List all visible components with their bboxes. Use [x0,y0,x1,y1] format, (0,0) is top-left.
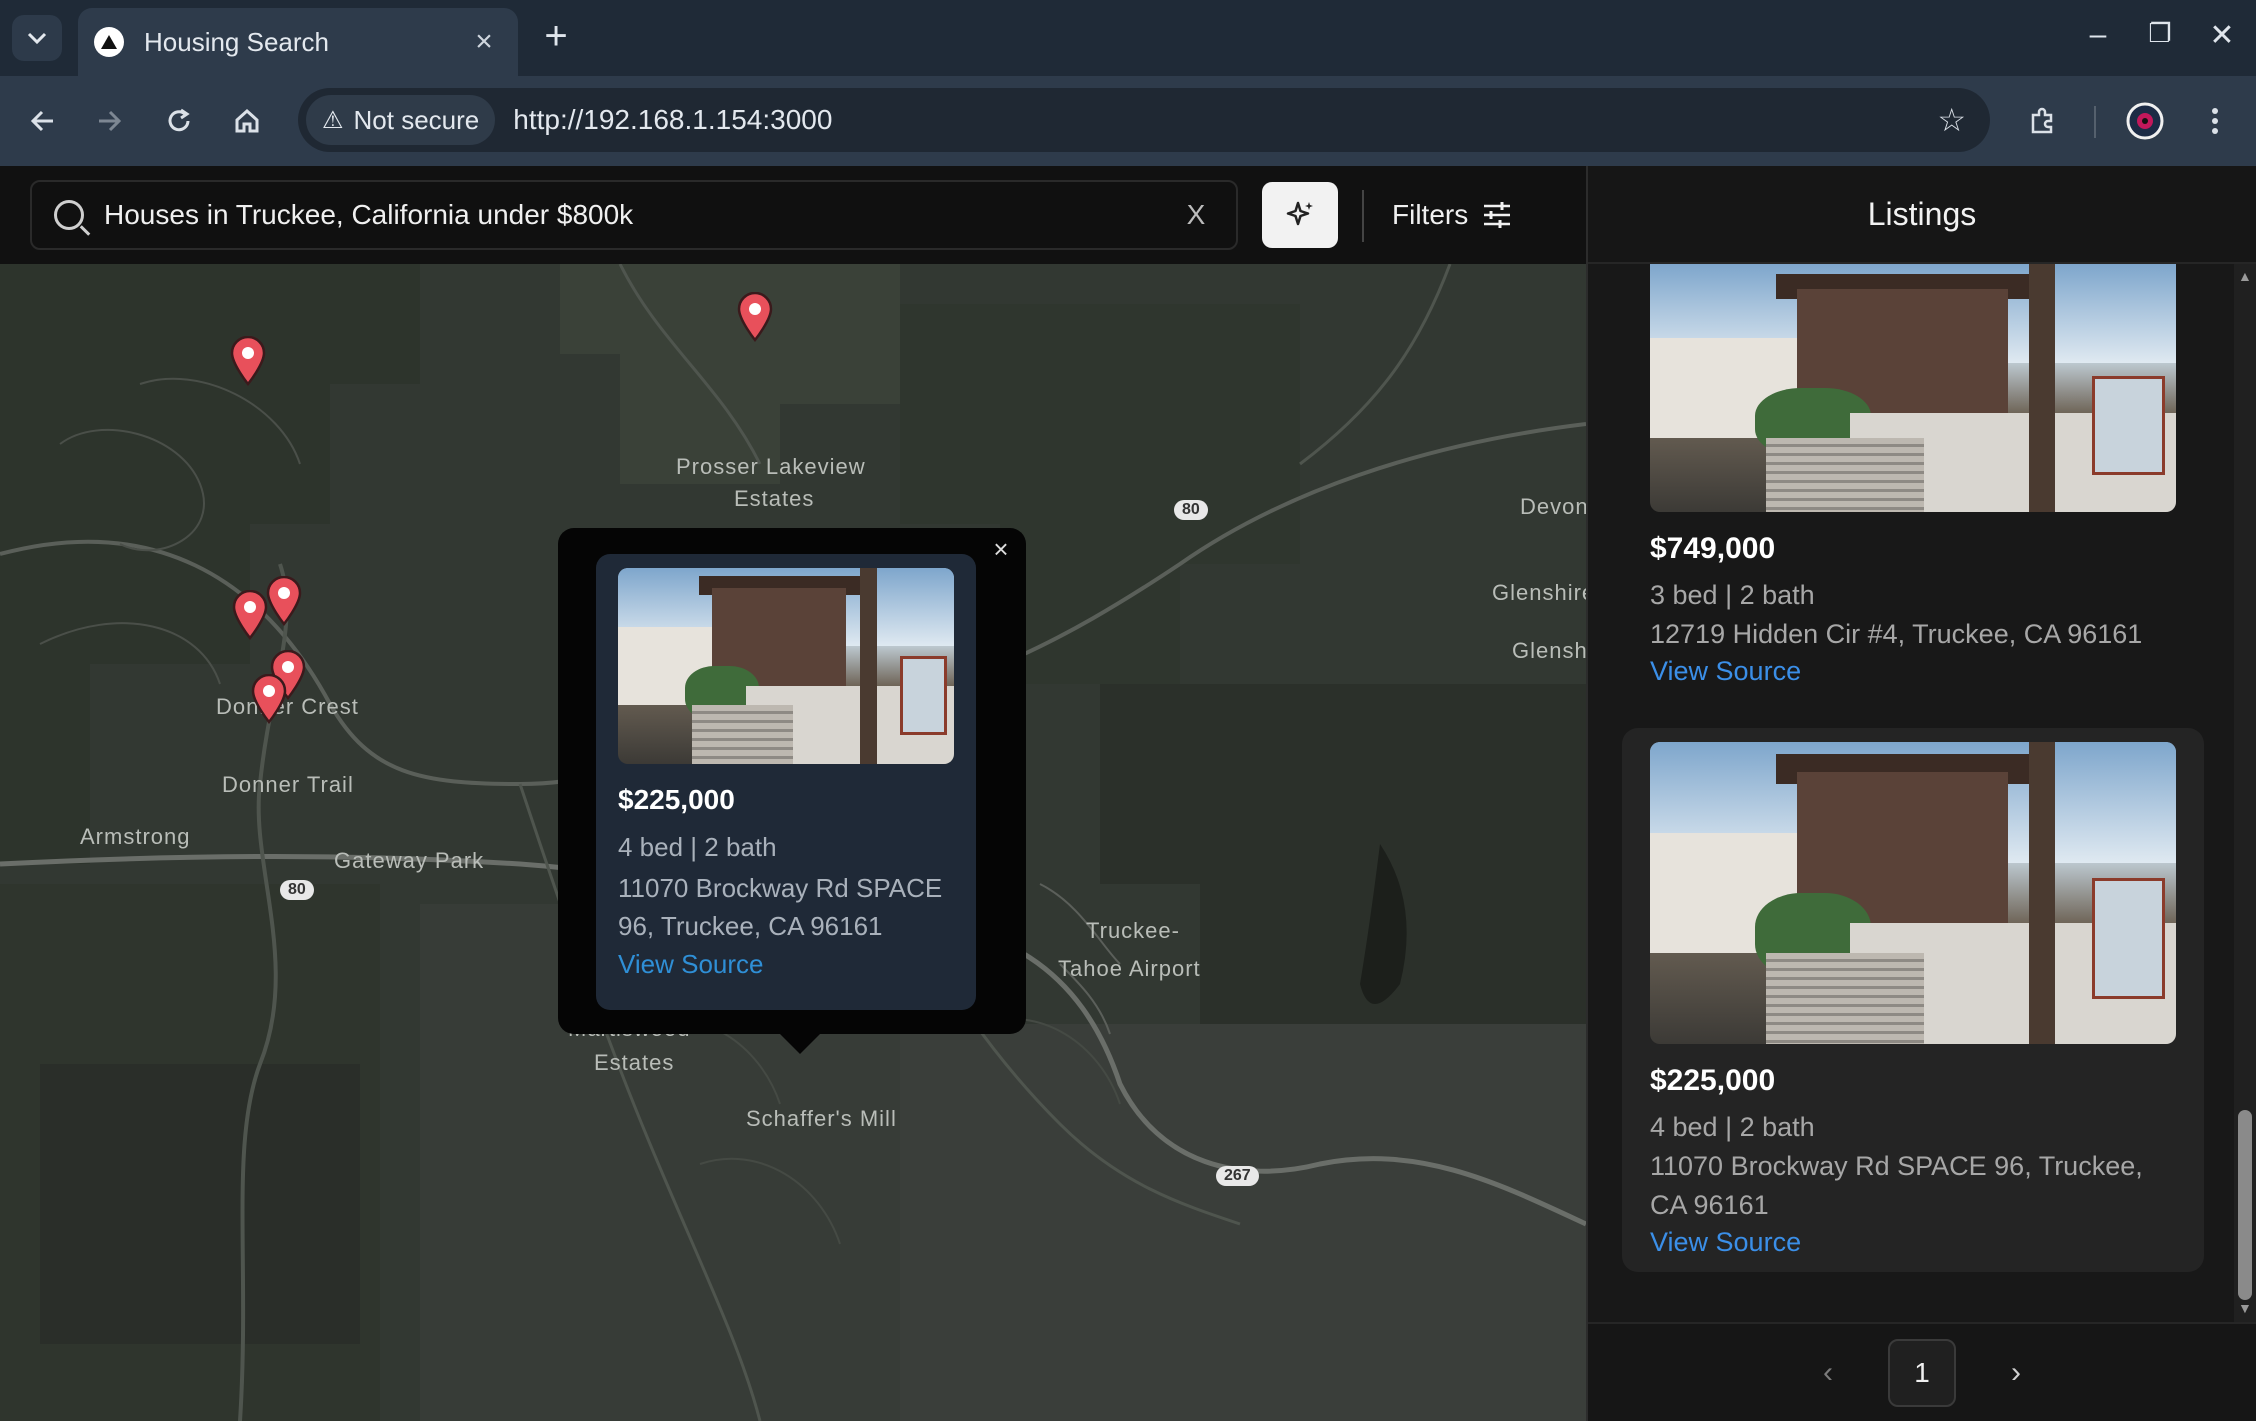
listing-card[interactable]: $225,000 4 bed | 2 bath 11070 Brockway R… [1622,728,2204,1272]
prev-page-button[interactable]: ‹ [1808,1356,1848,1390]
listings-scroll-area[interactable]: $749,000 3 bed | 2 bath 12719 Hidden Cir… [1588,264,2256,1322]
listings-panel: Listings $749,000 3 bed | 2 bath 12719 H… [1586,166,2256,1421]
favicon-icon [94,27,124,57]
listing-image [1650,742,2176,1044]
listing-address: 11070 Brockway Rd SPACE 96, Truckee, CA … [618,873,943,941]
profile-avatar[interactable] [2122,98,2168,144]
map-label-glenshire: Glenshire [1492,580,1586,605]
highway-shield: 80 [1174,500,1208,520]
reload-icon[interactable] [156,98,202,144]
search-input[interactable] [104,199,1166,231]
back-arrow-icon[interactable] [20,98,66,144]
next-page-button[interactable]: › [1996,1356,2036,1390]
search-icon [54,200,84,230]
listings-title: Listings [1588,166,2256,264]
browser-tab[interactable]: Housing Search × [78,8,518,76]
map-label-prosser: Prosser Lakeview [676,454,866,479]
map-pin-icon[interactable] [232,590,268,640]
listings-scrollbar[interactable]: ▲ ▼ [2234,264,2256,1322]
map-label-glensh: Glensh [1512,638,1586,663]
scroll-down-arrow-icon[interactable]: ▼ [2238,1300,2252,1316]
listing-beds-baths: 4 bed | 2 bath [618,832,777,862]
listing-price: $225,000 [1650,1064,1776,1097]
map-pin-icon[interactable] [251,674,287,724]
listing-beds-baths: 4 bed | 2 bath [1650,1112,1815,1142]
security-label: Not secure [353,104,480,135]
popup-close-icon[interactable]: × [986,534,1016,565]
address-bar[interactable]: ⚠ Not secure http://192.168.1.154:3000 ☆ [298,88,1990,152]
search-header: X Filters [0,166,1586,264]
map-pin-icon[interactable] [266,576,302,626]
window-close-button[interactable]: ✕ [2202,18,2242,53]
map-label-armstrong: Armstrong [80,824,191,849]
page-number-button[interactable]: 1 [1888,1338,1956,1407]
more-menu-icon[interactable] [2192,98,2238,144]
pagination: ‹ 1 › [1588,1322,2256,1421]
listing-image [1650,264,2176,512]
map-label-estates: Estates [734,486,815,511]
clear-search-button[interactable]: X [1166,199,1226,231]
map-view[interactable]: Prosser Lakeview Estates Devon Glenshire… [0,264,1586,1421]
map-label-schaffers-mill: Schaffer's Mill [746,1106,897,1131]
map-label-airport: Truckee- [1086,918,1180,943]
listing-address: 12719 Hidden Cir #4, Truckee, CA 96161 [1650,619,2143,649]
map-label-martiswood-2: Estates [594,1050,675,1075]
listing-price: $749,000 [1650,532,1776,565]
view-source-link[interactable]: View Source [1650,656,2176,687]
warning-icon: ⚠ [322,106,344,134]
minimize-button[interactable]: – [2078,18,2118,52]
filters-button[interactable]: Filters [1392,182,1512,248]
scroll-up-arrow-icon[interactable]: ▲ [2238,268,2252,284]
header-divider [1362,190,1364,242]
view-source-link[interactable]: View Source [618,949,954,980]
chevron-down-icon [27,32,47,45]
home-icon[interactable] [224,98,270,144]
map-label-airport-2: Tahoe Airport [1058,956,1201,981]
bookmark-star-icon[interactable]: ☆ [1937,101,1966,139]
view-source-link[interactable]: View Source [1650,1227,2176,1258]
scroll-thumb[interactable] [2238,1110,2252,1300]
map-popup: × $225,000 4 bed | 2 bath 11070 Brockway… [558,528,1026,1054]
popup-listing-card[interactable]: $225,000 4 bed | 2 bath 11070 Brockway R… [596,554,976,1010]
listing-beds-baths: 3 bed | 2 bath [1650,580,1815,610]
map-pin-icon[interactable] [230,336,266,386]
listing-address: 11070 Brockway Rd SPACE 96, Truckee, CA … [1650,1151,2143,1220]
search-box[interactable]: X [30,180,1238,250]
highway-shield: 267 [1216,1166,1259,1186]
map-label-devon: Devon [1520,494,1586,519]
toolbar-divider [2094,106,2096,138]
restore-button[interactable]: ❐ [2140,18,2180,49]
highway-shield: 80 [280,880,314,900]
map-label-donner-trail: Donner Trail [222,772,354,797]
security-indicator[interactable]: ⚠ Not secure [306,95,496,145]
extensions-icon[interactable] [2020,98,2066,144]
filters-label: Filters [1392,199,1469,230]
ai-search-button[interactable] [1262,182,1338,248]
listing-card[interactable]: $749,000 3 bed | 2 bath 12719 Hidden Cir… [1622,264,2204,701]
forward-arrow-icon[interactable] [86,98,132,144]
tab-search-button[interactable] [12,15,62,61]
listing-price: $225,000 [618,784,735,815]
sparkle-icon [1286,201,1313,226]
tab-title: Housing Search [144,26,329,57]
sliders-icon [1482,200,1512,230]
browser-toolbar: ⚠ Not secure http://192.168.1.154:3000 ☆ [0,76,2256,166]
listing-image [618,568,954,764]
map-label-gateway-park: Gateway Park [334,848,485,873]
new-tab-button[interactable]: + [536,14,576,59]
url-text[interactable]: http://192.168.1.154:3000 [513,104,1937,136]
browser-tab-strip: Housing Search × + – ❐ ✕ [0,0,2256,76]
map-pin-icon[interactable] [737,292,773,342]
tab-close-icon[interactable]: × [464,25,504,59]
app-root: X Filters [0,166,2256,1421]
